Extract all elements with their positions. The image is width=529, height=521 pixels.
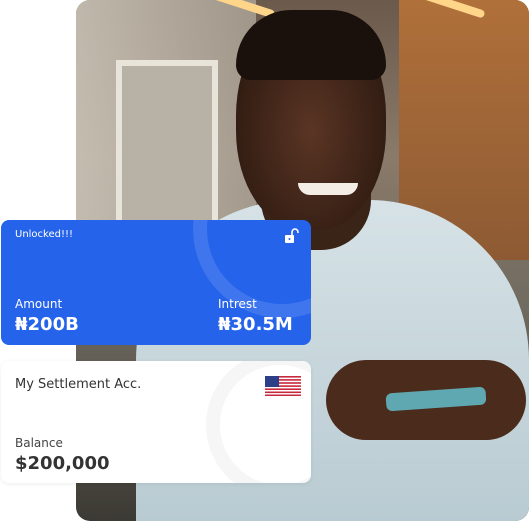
us-flag-icon [265, 376, 301, 396]
photo-smile [298, 183, 358, 195]
unlock-icon [285, 228, 299, 243]
account-card: My Settlement Acc. Balance $200,000 [1, 361, 311, 483]
amount-label: Amount [15, 297, 63, 311]
account-title: My Settlement Acc. [15, 377, 142, 392]
loan-status: Unlocked!!! [15, 229, 74, 240]
amount-value: ₦200B [15, 314, 79, 335]
loan-card: Unlocked!!! Amount ₦200B Intrest ₦30.5M [1, 220, 311, 345]
balance-value: $200,000 [15, 453, 110, 474]
photo-hair [236, 10, 386, 80]
interest-label: Intrest [218, 297, 257, 311]
interest-value: ₦30.5M [218, 314, 293, 335]
photo-window [116, 60, 218, 242]
balance-label: Balance [15, 436, 63, 450]
